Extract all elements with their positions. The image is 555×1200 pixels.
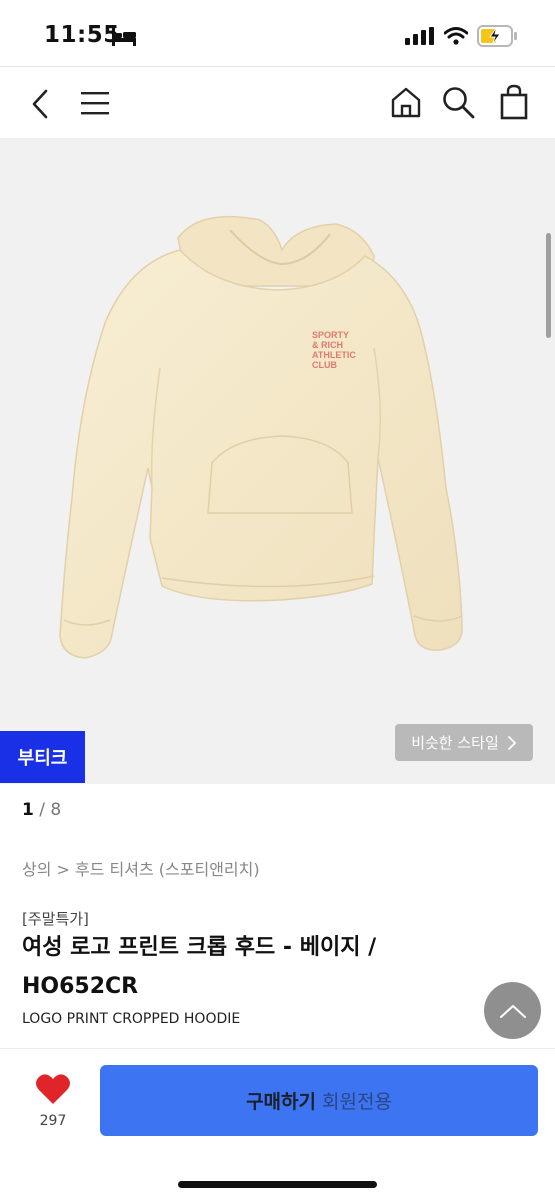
current-image-number: 1 — [22, 800, 34, 820]
status-bar: 11:55 — [0, 0, 555, 68]
buy-button[interactable]: 구매하기 회원전용 — [100, 1065, 538, 1136]
counter-separator: / — [39, 800, 45, 820]
product-subtitle: LOGO PRINT CROPPED HOODIE — [22, 1011, 241, 1027]
breadcrumb[interactable]: 상의 > 후드 티셔츠 (스포티앤리치) — [22, 856, 260, 880]
like-button[interactable]: 297 — [30, 1073, 76, 1129]
hoodie-illustration: SPORTY & RICH ATHLETIC CLUB — [59, 215, 463, 659]
similar-style-label: 비슷한 스타일 — [411, 734, 499, 752]
status-time: 11:55 — [44, 22, 120, 48]
wifi-icon — [444, 27, 468, 45]
chevron-right-icon — [507, 735, 517, 750]
boutique-badge: 부티크 — [0, 731, 85, 783]
heart-icon — [36, 1074, 70, 1104]
buy-button-label: 구매하기 — [246, 1091, 316, 1113]
promo-tag: [주말특가] — [22, 910, 89, 928]
cellular-signal-icon — [405, 27, 434, 45]
navigation-bar — [0, 68, 555, 138]
like-count: 297 — [39, 1113, 67, 1129]
bed-icon — [112, 28, 136, 46]
shopping-bag-icon[interactable] — [500, 84, 528, 120]
product-image[interactable]: SPORTY & RICH ATHLETIC CLUB — [0, 138, 555, 784]
battery-charging-icon — [477, 25, 517, 47]
hoodie-print-line: & RICH — [312, 340, 343, 350]
scroll-to-top-button[interactable] — [484, 982, 541, 1039]
members-only-label: 회원전용 — [322, 1091, 392, 1113]
hoodie-print-line: SPORTY — [312, 330, 349, 340]
hoodie-print-line: CLUB — [312, 360, 337, 370]
similar-style-button[interactable]: 비슷한 스타일 — [395, 724, 533, 761]
image-counter: 1 / 8 — [22, 800, 61, 820]
product-title: 여성 로고 프린트 크롭 후드 - 베이지 / HO652CR — [22, 935, 377, 999]
scrollbar-thumb[interactable] — [546, 233, 551, 338]
home-indicator — [178, 1181, 377, 1188]
status-divider — [0, 66, 555, 67]
total-image-count: 8 — [50, 800, 62, 820]
chevron-left-icon[interactable] — [28, 88, 52, 120]
hamburger-icon[interactable] — [80, 90, 110, 116]
home-icon[interactable] — [390, 86, 422, 118]
chevron-up-icon — [499, 1004, 526, 1018]
hoodie-print-line: ATHLETIC — [312, 350, 356, 360]
search-icon[interactable] — [442, 86, 476, 120]
bottom-bar-divider — [0, 1048, 555, 1049]
